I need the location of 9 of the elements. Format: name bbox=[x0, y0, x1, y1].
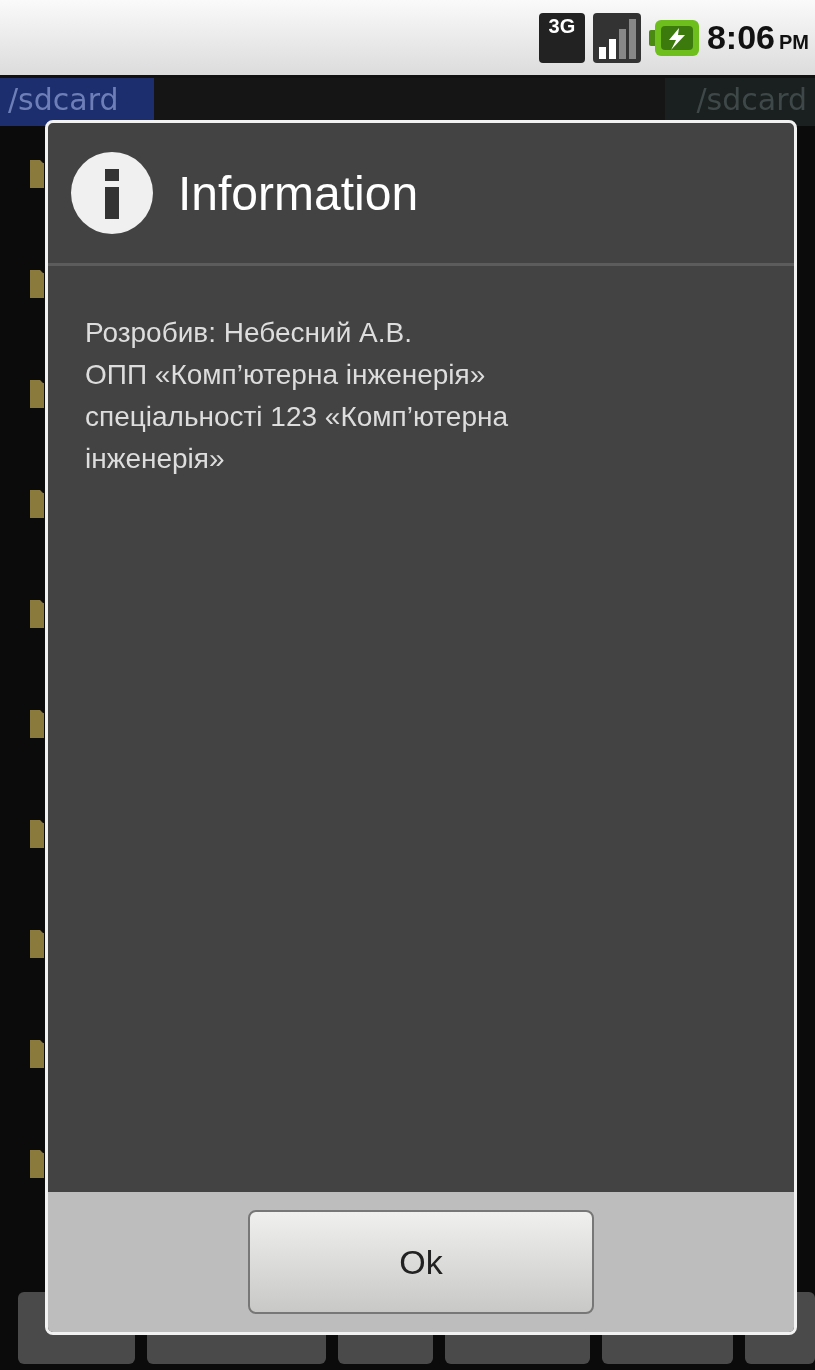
network-type: 3G bbox=[548, 14, 576, 38]
path-tab[interactable]: /sdcard bbox=[0, 78, 154, 126]
clock: 8:06 PM bbox=[706, 18, 809, 57]
dialog-title: Information bbox=[178, 165, 419, 221]
dialog-message: Розробив: Небесний А.В. ОПП «Комп’ютерна інженерія» спеціальності 123 «Комп’ютерна інженерія» bbox=[85, 316, 509, 476]
ok-button[interactable]: Ok bbox=[248, 1210, 594, 1314]
signal-icon bbox=[592, 12, 641, 63]
info-icon bbox=[70, 151, 154, 235]
battery-charging-icon bbox=[648, 19, 699, 56]
